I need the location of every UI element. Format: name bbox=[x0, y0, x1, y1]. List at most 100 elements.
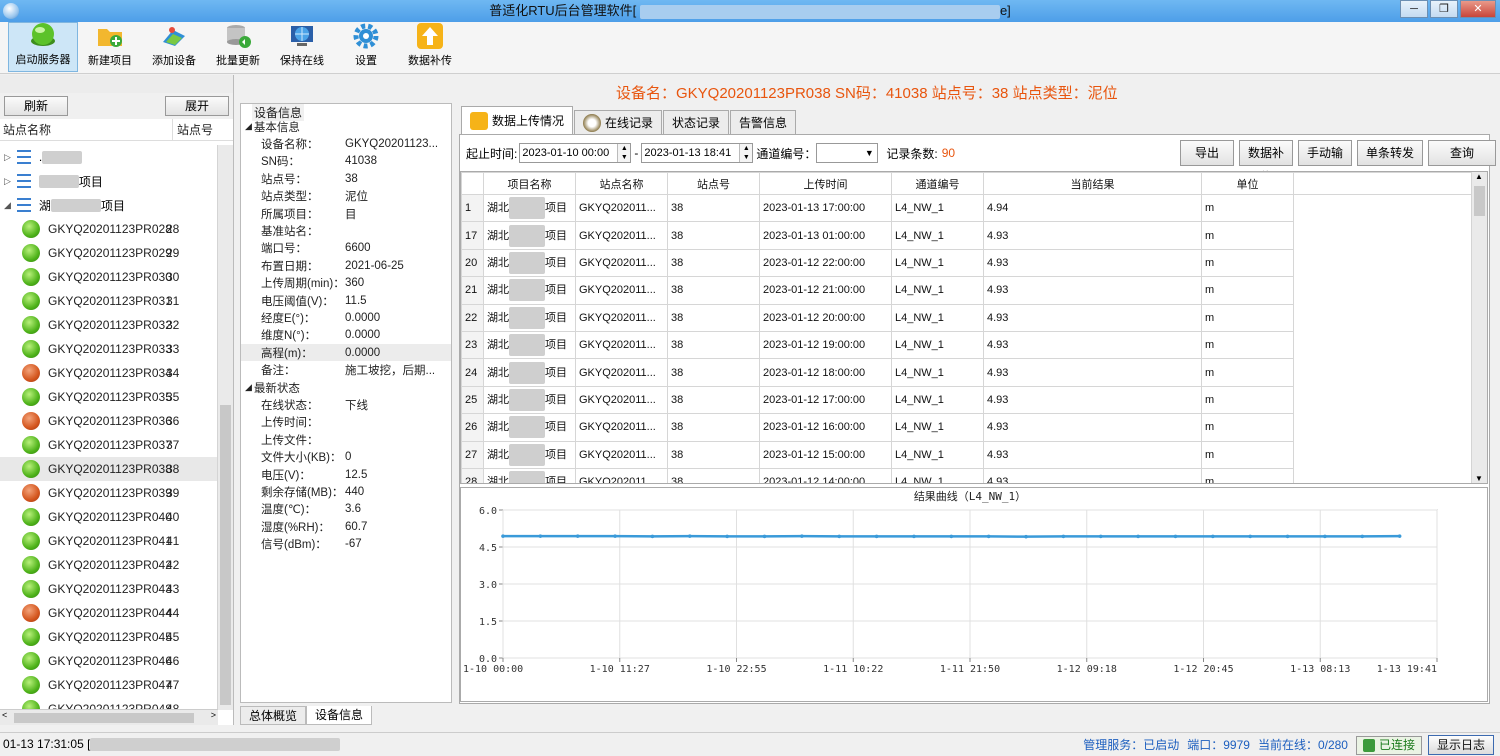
property-row[interactable]: 站点号：38 bbox=[241, 170, 451, 187]
station-item[interactable]: GKYQ20201123PR04343 bbox=[0, 577, 218, 601]
column-header[interactable]: 上传时间 bbox=[760, 173, 892, 195]
column-header[interactable] bbox=[462, 173, 484, 195]
collapse-arrow-icon[interactable]: ◢ bbox=[4, 200, 11, 211]
col-station-id[interactable]: 站点号 bbox=[172, 119, 213, 140]
expand-arrow-icon[interactable]: ▷ bbox=[4, 152, 11, 163]
table-row[interactable]: 21湖北项目GKYQ202011...382023-01-12 21:00:00… bbox=[462, 277, 1474, 304]
table-row[interactable]: 27湖北项目GKYQ202011...382023-01-12 15:00:00… bbox=[462, 441, 1474, 468]
property-row[interactable]: 电压(V)：12.5 bbox=[241, 466, 451, 483]
property-row[interactable]: 站点类型：泥位 bbox=[241, 188, 451, 205]
expand-button[interactable]: 展开 bbox=[165, 96, 229, 116]
property-row[interactable]: 信号(dBm)：-67 bbox=[241, 535, 451, 552]
column-header[interactable]: 站点号 bbox=[668, 173, 760, 195]
property-row[interactable]: 维度N(°)：0.0000 bbox=[241, 327, 451, 344]
column-header[interactable]: 当前结果 bbox=[984, 173, 1202, 195]
column-header[interactable]: 站点名称 bbox=[576, 173, 668, 195]
station-item[interactable]: GKYQ20201123PR04242 bbox=[0, 553, 218, 577]
start-server-button[interactable]: 启动服务器 bbox=[8, 22, 78, 72]
batch-update-button[interactable]: 批量更新 bbox=[206, 22, 270, 72]
station-item[interactable]: GKYQ20201123PR04141 bbox=[0, 529, 218, 553]
table-row[interactable]: 20湖北项目GKYQ202011...382023-01-12 22:00:00… bbox=[462, 249, 1474, 276]
channel-select[interactable]: ▼ bbox=[816, 143, 878, 163]
station-item[interactable]: GKYQ20201123PR04747 bbox=[0, 673, 218, 697]
station-item[interactable]: GKYQ20201123PR03030 bbox=[0, 265, 218, 289]
property-row[interactable]: 基准站名： bbox=[241, 222, 451, 239]
manual-input-button[interactable]: 手动输入 bbox=[1298, 140, 1352, 166]
table-row[interactable]: 26湖北项目GKYQ202011...382023-01-12 16:00:00… bbox=[462, 414, 1474, 441]
table-row[interactable]: 1湖北项目GKYQ202011...382023-01-13 17:00:00L… bbox=[462, 195, 1474, 222]
property-row[interactable]: 布置日期：2021-06-25 bbox=[241, 257, 451, 274]
station-item[interactable]: GKYQ20201123PR03131 bbox=[0, 289, 218, 313]
property-row[interactable]: 上传周期(min)：360 bbox=[241, 275, 451, 292]
close-button[interactable]: ✕ bbox=[1460, 0, 1496, 18]
property-row[interactable]: 湿度(%RH)：60.7 bbox=[241, 518, 451, 535]
refresh-button[interactable]: 刷新 bbox=[4, 96, 68, 116]
keep-online-button[interactable]: 保持在线 bbox=[270, 22, 334, 72]
property-row[interactable]: 在线状态：下线 bbox=[241, 396, 451, 413]
tab-device-info[interactable]: 设备信息 bbox=[306, 706, 372, 725]
station-item[interactable]: GKYQ20201123PR03838 bbox=[0, 457, 218, 481]
settings-button[interactable]: 设置 bbox=[334, 22, 398, 72]
latest-status-section[interactable]: ◢最新状态 bbox=[241, 379, 451, 396]
spin-icon[interactable]: ▲▼ bbox=[739, 144, 752, 162]
data-resend-button[interactable]: 数据补传 bbox=[398, 22, 462, 72]
station-hscrollbar[interactable]: <> bbox=[0, 709, 218, 725]
spin-icon[interactable]: ▲▼ bbox=[617, 144, 630, 162]
maximize-button[interactable]: ❐ bbox=[1430, 0, 1458, 18]
station-item[interactable]: GKYQ20201123PR03939 bbox=[0, 481, 218, 505]
table-row[interactable]: 28湖北项目GKYQ202011...382023-01-12 14:00:00… bbox=[462, 468, 1474, 484]
station-item[interactable]: GKYQ20201123PR03535 bbox=[0, 385, 218, 409]
export-button[interactable]: 导出 bbox=[1180, 140, 1234, 166]
property-row[interactable]: 备注：施工坡挖，后期... bbox=[241, 361, 451, 378]
tree-group[interactable]: ▷. bbox=[0, 145, 218, 169]
tree-group[interactable]: ▷项目 bbox=[0, 169, 218, 193]
show-log-button[interactable]: 显示日志 bbox=[1428, 735, 1494, 755]
column-header[interactable]: 通道编号 bbox=[892, 173, 984, 195]
query-button[interactable]: 查询 bbox=[1428, 140, 1496, 166]
minimize-button[interactable]: ─ bbox=[1400, 0, 1428, 18]
station-scrollbar[interactable] bbox=[217, 145, 233, 710]
station-item[interactable]: GKYQ20201123PR03333 bbox=[0, 337, 218, 361]
end-time-input[interactable]: 2023-01-13 18:41▲▼ bbox=[641, 143, 753, 163]
col-station-name[interactable]: 站点名称 bbox=[0, 119, 172, 140]
table-row[interactable]: 22湖北项目GKYQ202011...382023-01-12 20:00:00… bbox=[462, 304, 1474, 331]
station-item[interactable]: GKYQ20201123PR03636 bbox=[0, 409, 218, 433]
station-item[interactable]: GKYQ20201123PR03737 bbox=[0, 433, 218, 457]
expand-arrow-icon[interactable]: ▷ bbox=[4, 176, 11, 187]
tab-status-records[interactable]: 状态记录 bbox=[663, 110, 729, 134]
property-row[interactable]: 高程(m)：0.0000 bbox=[241, 344, 451, 361]
new-project-button[interactable]: 新建项目 bbox=[78, 22, 142, 72]
add-device-button[interactable]: 添加设备 bbox=[142, 22, 206, 72]
table-row[interactable]: 17湖北项目GKYQ202011...382023-01-13 01:00:00… bbox=[462, 222, 1474, 249]
property-row[interactable]: 电压阈值(V)：11.5 bbox=[241, 292, 451, 309]
station-item[interactable]: GKYQ20201123PR02828 bbox=[0, 217, 218, 241]
tab-online-records[interactable]: 在线记录 bbox=[574, 110, 662, 134]
single-forward-button[interactable]: 单条转发 bbox=[1357, 140, 1423, 166]
tab-overview[interactable]: 总体概览 bbox=[240, 706, 306, 725]
property-row[interactable]: 端口号：6600 bbox=[241, 240, 451, 257]
column-header[interactable]: 单位 bbox=[1202, 173, 1294, 195]
table-row[interactable]: 23湖北项目GKYQ202011...382023-01-12 19:00:00… bbox=[462, 331, 1474, 358]
property-row[interactable]: 所属项目：目 bbox=[241, 205, 451, 222]
start-time-input[interactable]: 2023-01-10 00:00▲▼ bbox=[519, 143, 631, 163]
tab-alarm-info[interactable]: 告警信息 bbox=[730, 110, 796, 134]
data-resend-grid-button[interactable]: 数据补传 bbox=[1239, 140, 1293, 166]
table-row[interactable]: 25湖北项目GKYQ202011...382023-01-12 17:00:00… bbox=[462, 386, 1474, 413]
station-item[interactable]: GKYQ20201123PR03232 bbox=[0, 313, 218, 337]
station-item[interactable]: GKYQ20201123PR04545 bbox=[0, 625, 218, 649]
property-row[interactable]: 经度E(°)：0.0000 bbox=[241, 309, 451, 326]
property-row[interactable]: 温度(℃)：3.6 bbox=[241, 501, 451, 518]
tab-upload-status[interactable]: 数据上传情况 bbox=[461, 106, 573, 134]
grid-scrollbar[interactable]: ▲▼ bbox=[1471, 172, 1487, 483]
tree-group[interactable]: ◢湖项目 bbox=[0, 193, 218, 217]
property-row[interactable]: 上传时间： bbox=[241, 414, 451, 431]
station-item[interactable]: GKYQ20201123PR03434 bbox=[0, 361, 218, 385]
station-item[interactable]: GKYQ20201123PR04646 bbox=[0, 649, 218, 673]
station-item[interactable]: GKYQ20201123PR02929 bbox=[0, 241, 218, 265]
property-row[interactable]: SN码：41038 bbox=[241, 153, 451, 170]
column-header[interactable]: 项目名称 bbox=[484, 173, 576, 195]
station-item[interactable]: GKYQ20201123PR04444 bbox=[0, 601, 218, 625]
property-row[interactable]: 上传文件： bbox=[241, 431, 451, 448]
table-row[interactable]: 24湖北项目GKYQ202011...382023-01-12 18:00:00… bbox=[462, 359, 1474, 386]
property-row[interactable]: 文件大小(KB)：0 bbox=[241, 448, 451, 465]
